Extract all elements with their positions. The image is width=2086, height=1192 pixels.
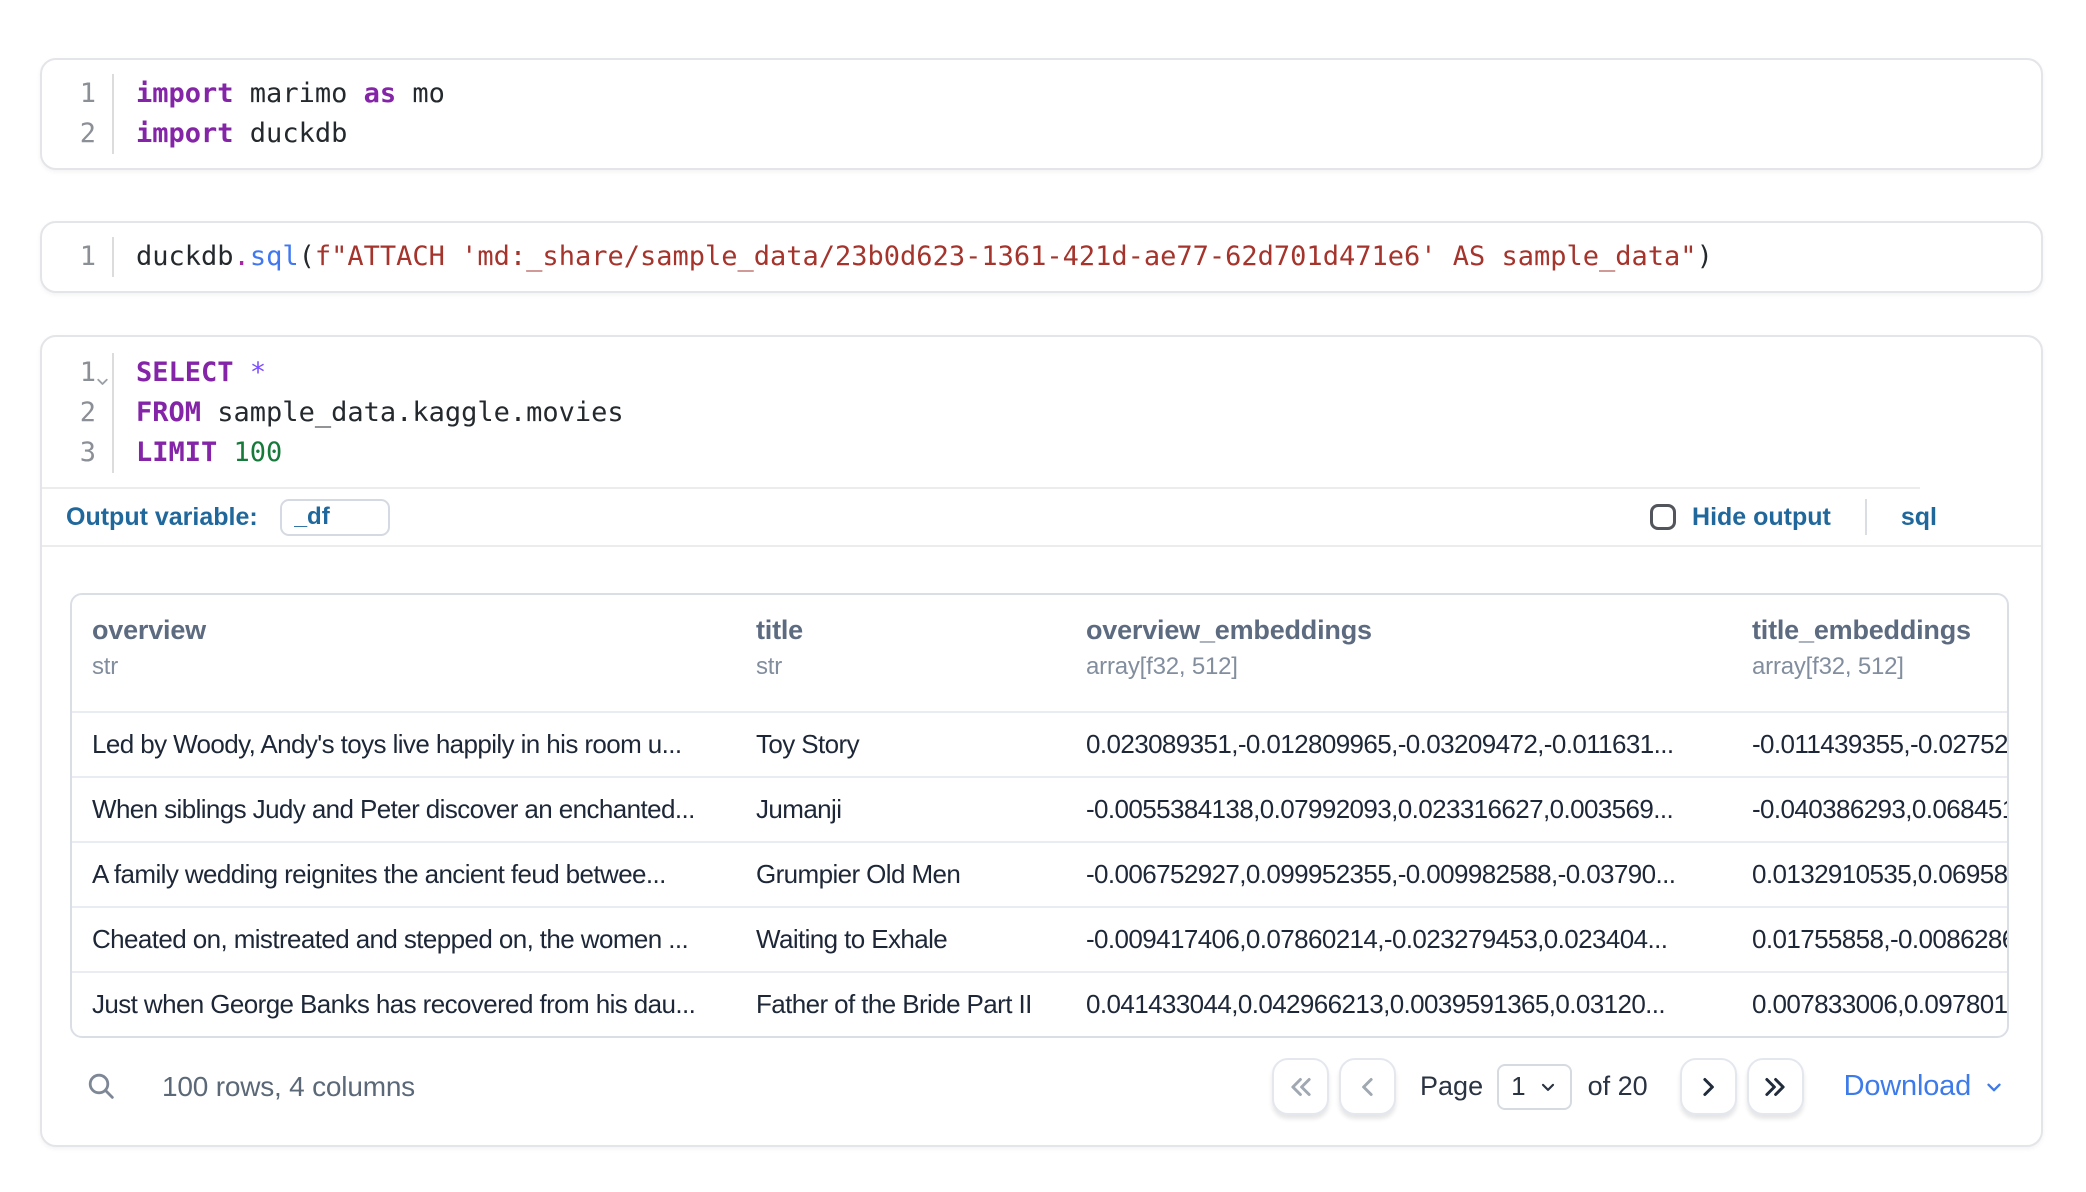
line-number: 1: [42, 353, 114, 393]
table-cell: Jumanji: [736, 794, 1066, 825]
code-text: FROM sample_data.kaggle.movies: [114, 393, 624, 433]
next-page-button[interactable]: [1680, 1058, 1737, 1115]
code-cell-attach: 1duckdb.sql(f"ATTACH 'md:_share/sample_d…: [40, 221, 2043, 293]
chevron-right-icon: [1693, 1072, 1723, 1102]
column-type: array[f32, 512]: [1086, 653, 1732, 681]
column-header-overview_embeddings: overview_embeddings array[f32, 512]: [1066, 615, 1732, 681]
table-body: Led by Woody, Andy's toys live happily i…: [72, 711, 2007, 1036]
code-line[interactable]: 1SELECT *: [42, 353, 2041, 393]
line-number: 3: [42, 433, 114, 473]
dataframe-table: overview str title str overview_embeddingsar…: [70, 593, 2009, 1038]
table-row: When siblings Judy and Peter discover an…: [72, 776, 2007, 841]
table-cell: Cheated on, mistreated and stepped on, t…: [72, 924, 736, 955]
table-row: Just when George Banks has recovered fro…: [72, 971, 2007, 1036]
table-cell: 0.01755858,-0.00862866: [1732, 924, 2007, 955]
code-line[interactable]: 3LIMIT 100: [42, 433, 2041, 473]
column-type: array[f32, 512]: [1752, 653, 2007, 681]
previous-page-button[interactable]: [1339, 1058, 1396, 1115]
output-variable-input[interactable]: [280, 499, 390, 536]
page-label: Page: [1420, 1071, 1483, 1102]
marimo-notebook: 1import marimo as mo2import duckdb 1duck…: [0, 58, 2086, 1147]
language-badge: sql: [1901, 503, 1937, 532]
line-number: 2: [42, 393, 114, 433]
divider: [1865, 499, 1867, 535]
table-cell: Led by Woody, Andy's toys live happily i…: [72, 729, 736, 760]
column-type: str: [92, 653, 736, 681]
chevron-down-icon: [1538, 1077, 1558, 1097]
page-select[interactable]: 1: [1497, 1064, 1571, 1110]
table-row: Cheated on, mistreated and stepped on, t…: [72, 906, 2007, 971]
search-icon[interactable]: [84, 1070, 118, 1104]
chevron-down-icon: [1983, 1076, 2005, 1098]
hide-output-label[interactable]: Hide output: [1692, 503, 1831, 532]
line-number: 2: [42, 114, 114, 154]
code-text: LIMIT 100: [114, 433, 282, 473]
code-text: duckdb.sql(f"ATTACH 'md:_share/sample_da…: [114, 237, 1713, 277]
chevrons-left-icon: [1286, 1072, 1316, 1102]
column-header-overview: overview str: [72, 615, 736, 681]
table-header-row: overview str title str overview_embeddingsar…: [72, 595, 2007, 711]
code-line[interactable]: 2FROM sample_data.kaggle.movies: [42, 393, 2041, 433]
table-cell: -0.040386293,0.068451: [1732, 794, 2007, 825]
code-text: SELECT *: [114, 353, 266, 393]
code-line[interactable]: 1import marimo as mo: [42, 74, 2041, 114]
table-cell: When siblings Judy and Peter discover an…: [72, 794, 736, 825]
table-cell: 0.041433044,0.042966213,0.0039591365,0.0…: [1066, 989, 1732, 1020]
first-page-button[interactable]: [1272, 1058, 1329, 1115]
download-button[interactable]: Download: [1844, 1070, 2005, 1103]
column-type: str: [756, 653, 1066, 681]
code-cell-imports: 1import marimo as mo2import duckdb: [40, 58, 2043, 170]
chevron-left-icon: [1353, 1072, 1383, 1102]
table-footer: 100 rows, 4 columns Page 1: [70, 1058, 2005, 1115]
column-header-title_embeddings: title_embeddings array[f32, 512]: [1732, 615, 2007, 681]
column-name: overview: [92, 615, 736, 646]
table-cell: -0.0055384138,0.07992093,0.023316627,0.0…: [1066, 794, 1732, 825]
table-cell: Grumpier Old Men: [736, 859, 1066, 890]
table-cell: -0.011439355,-0.027525: [1732, 729, 2007, 760]
code-text: import duckdb: [114, 114, 347, 154]
row-count-summary: 100 rows, 4 columns: [162, 1071, 415, 1103]
code-editor[interactable]: 1SELECT *2FROM sample_data.kaggle.movies…: [42, 353, 2041, 473]
table-cell: Toy Story: [736, 729, 1066, 760]
table-cell: -0.009417406,0.07860214,-0.023279453,0.0…: [1066, 924, 1732, 955]
column-name: title_embeddings: [1752, 615, 2007, 646]
table-cell: 0.0132910535,0.069582: [1732, 859, 2007, 890]
code-line[interactable]: 1duckdb.sql(f"ATTACH 'md:_share/sample_d…: [42, 237, 2041, 277]
line-number: 1: [42, 237, 114, 277]
table-cell: Just when George Banks has recovered fro…: [72, 989, 736, 1020]
column-name: title: [756, 615, 1066, 646]
cell-output-area: overview str title str overview_embeddingsar…: [42, 547, 2041, 1145]
chevrons-right-icon: [1760, 1072, 1790, 1102]
code-editor[interactable]: 1import marimo as mo2import duckdb: [42, 74, 2041, 154]
last-page-button[interactable]: [1747, 1058, 1804, 1115]
output-variable-row: Output variable: Hide output sql: [42, 489, 2041, 545]
page-total-label: of 20: [1588, 1071, 1648, 1102]
table-row: Led by Woody, Andy's toys live happily i…: [72, 711, 2007, 776]
column-name: overview_embeddings: [1086, 615, 1732, 646]
download-label: Download: [1844, 1070, 1971, 1103]
table-row: A family wedding reignites the ancient f…: [72, 841, 2007, 906]
table-cell: A family wedding reignites the ancient f…: [72, 859, 736, 890]
table-cell: Father of the Bride Part II: [736, 989, 1066, 1020]
table-cell: -0.006752927,0.099952355,-0.009982588,-0…: [1066, 859, 1732, 890]
code-editor[interactable]: 1duckdb.sql(f"ATTACH 'md:_share/sample_d…: [42, 237, 2041, 277]
table-cell: 0.007833006,0.0978012: [1732, 989, 2007, 1020]
sql-cell: 1SELECT *2FROM sample_data.kaggle.movies…: [40, 335, 2043, 1147]
code-line[interactable]: 2import duckdb: [42, 114, 2041, 154]
table-cell: Waiting to Exhale: [736, 924, 1066, 955]
table-cell: 0.023089351,-0.012809965,-0.03209472,-0.…: [1066, 729, 1732, 760]
output-variable-label: Output variable:: [66, 503, 258, 532]
hide-output-checkbox[interactable]: [1650, 504, 1676, 530]
column-header-title: title str: [736, 615, 1066, 681]
line-number: 1: [42, 74, 114, 114]
code-text: import marimo as mo: [114, 74, 445, 114]
page-select-value: 1: [1511, 1071, 1525, 1102]
